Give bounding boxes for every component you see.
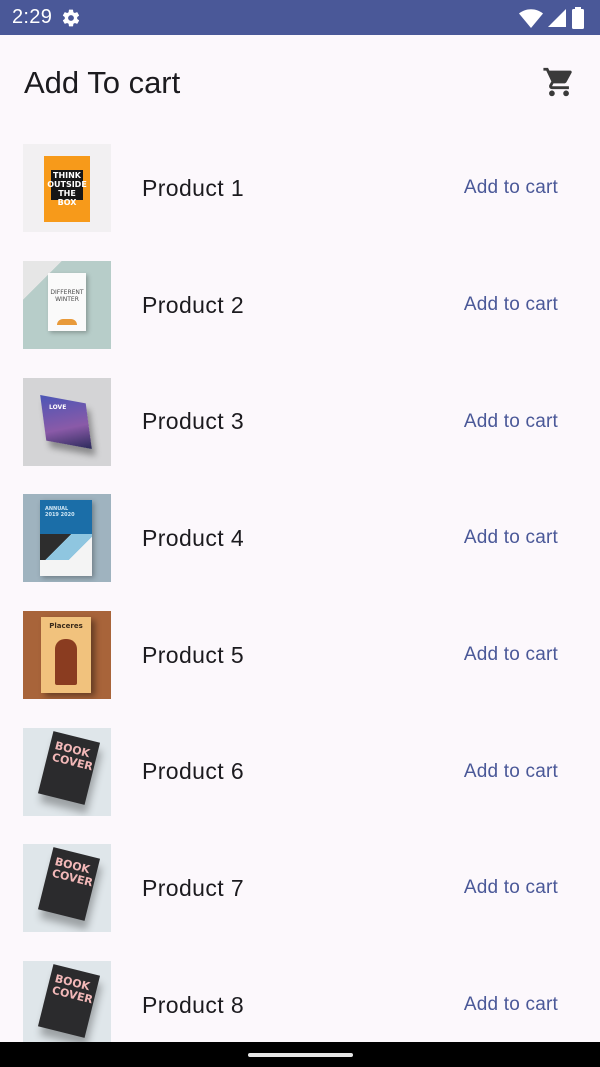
product-image: BOOK COVER — [23, 727, 111, 816]
add-to-cart-button[interactable]: Add to cart — [464, 644, 558, 666]
product-name: Product 6 — [142, 758, 245, 785]
add-to-cart-button[interactable]: Add to cart — [464, 761, 558, 783]
battery-icon — [572, 6, 584, 29]
product-name: Product 5 — [142, 641, 245, 668]
cover-text: Placeres — [49, 622, 83, 631]
list-item[interactable]: DIFFERENT WINTER Product 2 Add to cart — [0, 247, 600, 364]
status-icons — [519, 6, 585, 30]
product-image: Placeres — [23, 611, 111, 700]
product-name: Product 1 — [142, 174, 245, 201]
list-item[interactable]: BOOK COVER Product 8 Add to cart — [0, 947, 600, 1042]
status-time: 2:29 — [12, 6, 53, 28]
product-image: BOOK COVER — [23, 961, 111, 1042]
cover-text: THINK OUTSIDE THE BOX — [47, 171, 87, 208]
add-to-cart-button[interactable]: Add to cart — [464, 994, 558, 1016]
product-name: Product 4 — [142, 524, 245, 551]
wifi-icon — [519, 8, 543, 28]
product-name: Product 3 — [142, 408, 245, 435]
navigation-bar — [0, 1042, 600, 1067]
home-gesture-handle[interactable] — [247, 1052, 353, 1057]
gear-icon — [63, 9, 80, 26]
add-to-cart-button[interactable]: Add to cart — [464, 527, 558, 549]
product-list: THINK OUTSIDE THE BOX Product 1 Add to c… — [0, 130, 600, 1042]
list-item[interactable]: LOVE Product 3 Add to cart — [0, 363, 600, 480]
list-item[interactable]: Placeres Product 5 Add to cart — [0, 597, 600, 714]
add-to-cart-button[interactable]: Add to cart — [464, 411, 558, 433]
list-item[interactable]: ANNUAL 2019 2020 Product 4 Add to cart — [0, 480, 600, 597]
list-item[interactable]: BOOK COVER Product 7 Add to cart — [0, 830, 600, 947]
add-to-cart-button[interactable]: Add to cart — [464, 877, 558, 899]
signal-icon — [548, 8, 566, 27]
product-image: BOOK COVER — [23, 844, 111, 933]
cart-icon — [543, 67, 572, 97]
product-name: Product 2 — [142, 291, 245, 318]
list-item[interactable]: BOOK COVER Product 6 Add to cart — [0, 713, 600, 830]
product-name: Product 7 — [142, 874, 245, 901]
product-image: LOVE — [23, 377, 111, 466]
product-image: ANNUAL 2019 2020 — [23, 494, 111, 583]
cover-text: LOVE — [49, 403, 67, 411]
add-to-cart-button[interactable]: Add to cart — [464, 177, 558, 199]
page-title: Add To cart — [24, 64, 181, 100]
app-bar: Add To cart — [0, 35, 600, 130]
product-image: THINK OUTSIDE THE BOX — [23, 144, 111, 233]
list-item[interactable]: THINK OUTSIDE THE BOX Product 1 Add to c… — [0, 130, 600, 247]
cart-button[interactable] — [542, 65, 576, 99]
status-bar: 2:29 — [0, 0, 600, 35]
product-name: Product 8 — [142, 991, 245, 1018]
cover-text: DIFFERENT WINTER — [50, 289, 84, 304]
cover-text: ANNUAL 2019 2020 — [45, 506, 75, 519]
add-to-cart-button[interactable]: Add to cart — [464, 294, 558, 316]
product-image: DIFFERENT WINTER — [23, 261, 111, 350]
